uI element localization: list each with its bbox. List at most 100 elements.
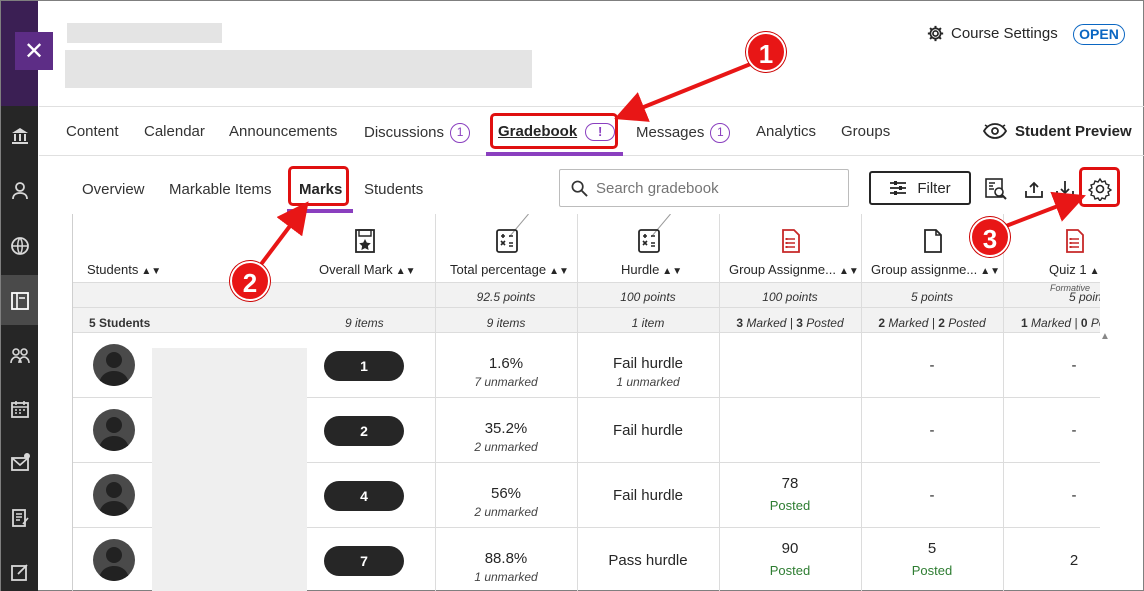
tab-groups[interactable]: Groups	[841, 123, 890, 140]
courses-icon[interactable]	[10, 291, 30, 311]
col-header-group-assignment-2[interactable]: Group assignme... ▲▼	[871, 262, 1000, 277]
group-assignment-2-cell[interactable]: -	[861, 357, 1003, 374]
points-group-assignment-2: 5 points	[910, 290, 954, 304]
preview-eye-icon	[983, 123, 1007, 139]
hurdle-cell[interactable]: Fail hurdle	[577, 422, 719, 439]
gear-icon	[927, 25, 944, 42]
search-input[interactable]	[596, 178, 836, 198]
group-assignment-1-summary: 3 Marked | 3 Posted	[736, 316, 844, 330]
messages-icon[interactable]	[10, 453, 30, 473]
upload-icon[interactable]	[1022, 177, 1046, 201]
total-percentage-cell[interactable]: 88.8% 1 unmarked	[435, 550, 577, 584]
points-hurdle: 100 points	[620, 290, 676, 304]
vertical-scrollbar[interactable]: ▲	[1100, 331, 1112, 591]
annotation-step-1: 1	[746, 32, 786, 72]
institution-icon[interactable]	[10, 126, 30, 146]
avatar	[93, 344, 135, 386]
hurdle-cell[interactable]: Fail hurdle 1 unmarked	[577, 355, 719, 389]
tab-messages[interactable]: Messages 1	[636, 123, 731, 143]
overall-mark-pill[interactable]: 7	[324, 546, 404, 576]
total-percentage-cell[interactable]: 56% 2 unmarked	[435, 485, 577, 519]
tab-calendar[interactable]: Calendar	[144, 123, 205, 140]
overall-mark-pill[interactable]: 1	[324, 351, 404, 381]
group-assignment-2-summary: 2 Marked | 2 Posted	[878, 316, 986, 330]
group-assignment-2-cell[interactable]: -	[861, 422, 1003, 439]
globe-icon[interactable]	[10, 236, 30, 256]
messages-count-badge: 1	[710, 123, 731, 143]
total-items: 9 items	[486, 316, 526, 330]
col-header-hurdle-label: Hurdle	[621, 262, 660, 277]
group-assignment-2-cell[interactable]: -	[861, 487, 1003, 504]
marks-active-underline	[287, 209, 353, 213]
avatar	[93, 409, 135, 451]
quiz-1-cell[interactable]: -	[1003, 357, 1100, 374]
formative-tag: Formative	[1050, 283, 1091, 293]
sort-icon: ▲▼	[662, 266, 683, 277]
tab-content[interactable]: Content	[66, 123, 119, 140]
sort-icon: ▲▼	[1089, 266, 1100, 277]
col-header-overall-mark-label: Overall Mark	[319, 262, 393, 277]
gradebook-highlight-box	[490, 113, 618, 149]
column-divider	[719, 214, 720, 591]
scroll-up-arrow[interactable]: ▲	[1100, 331, 1110, 342]
subtab-overview[interactable]: Overview	[82, 181, 145, 198]
profile-icon[interactable]	[10, 181, 30, 201]
grades-icon[interactable]	[10, 508, 30, 528]
group-assignment-1-cell[interactable]: 78 Posted	[719, 475, 861, 513]
groups-icon[interactable]	[10, 346, 30, 366]
filter-label: Filter	[917, 179, 951, 197]
grading-preview-icon[interactable]	[984, 177, 1008, 201]
quiz-1-cell[interactable]: -	[1003, 422, 1100, 439]
sort-icon: ▲▼	[980, 266, 1001, 277]
sort-icon: ▲▼	[838, 266, 859, 277]
points-group-assignment-1: 100 points	[762, 290, 818, 304]
calendar-icon[interactable]	[10, 399, 30, 419]
col-header-group-assignment-1[interactable]: Group Assignme... ▲▼	[729, 262, 859, 277]
column-divider	[435, 214, 436, 591]
close-button[interactable]: ✕	[15, 32, 53, 70]
edit-icon[interactable]	[10, 562, 30, 582]
col-header-students[interactable]: Students ▲▼	[87, 262, 161, 277]
tab-discussions[interactable]: Discussions 1	[364, 123, 471, 143]
overall-mark-pill[interactable]: 4	[324, 481, 404, 511]
col-header-group-assignment-2-label: Group assignme...	[871, 262, 978, 277]
tab-announcements[interactable]: Announcements	[229, 123, 337, 140]
points-total-percentage: 92.5 points	[476, 290, 536, 304]
left-rail	[1, 1, 38, 591]
total-percentage-cell[interactable]: 1.6% 7 unmarked	[435, 355, 577, 389]
overall-mark-pill[interactable]: 2	[324, 416, 404, 446]
tab-analytics[interactable]: Analytics	[756, 123, 816, 140]
discussions-count-badge: 1	[450, 123, 471, 143]
tab-messages-label: Messages	[636, 123, 705, 141]
quiz-1-cell[interactable]: -	[1003, 487, 1100, 504]
calculated-column-icon	[495, 228, 519, 254]
search-box[interactable]	[559, 169, 849, 207]
hurdle-cell[interactable]: Pass hurdle	[577, 552, 719, 569]
course-settings-link[interactable]: Course Settings	[927, 25, 1058, 42]
group-assignment-1-cell[interactable]: 90 Posted	[719, 540, 861, 578]
filter-icon	[890, 181, 907, 195]
gradebook-active-underline	[486, 152, 623, 156]
filter-button[interactable]: Filter	[869, 171, 971, 205]
hurdle-column-icon	[637, 228, 661, 254]
download-icon[interactable]	[1053, 177, 1077, 201]
row-divider	[73, 332, 1100, 333]
col-header-hurdle[interactable]: Hurdle ▲▼	[621, 262, 682, 277]
subtab-markable-items[interactable]: Markable Items	[169, 181, 272, 198]
col-header-total-percentage[interactable]: Total percentage ▲▼	[450, 262, 569, 277]
course-nav: Content Calendar Announcements Discussio…	[39, 106, 1144, 156]
course-status-badge[interactable]: OPEN	[1073, 24, 1125, 45]
column-divider	[1003, 214, 1004, 591]
subtab-students[interactable]: Students	[364, 181, 423, 198]
hurdle-cell[interactable]: Fail hurdle	[577, 487, 719, 504]
total-percentage-cell[interactable]: 35.2% 2 unmarked	[435, 420, 577, 454]
column-divider	[577, 214, 578, 591]
col-header-quiz-1[interactable]: Quiz 1▲▼	[1049, 262, 1100, 277]
course-settings-label: Course Settings	[951, 25, 1058, 42]
quiz-1-cell[interactable]: 2	[1003, 552, 1100, 569]
student-preview-button[interactable]: Student Preview	[983, 122, 1132, 140]
course-subtitle-placeholder	[65, 50, 532, 88]
col-header-overall-mark[interactable]: Overall Mark ▲▼	[319, 262, 415, 277]
sort-icon: ▲▼	[395, 266, 416, 277]
group-assignment-2-cell[interactable]: 5 Posted	[861, 540, 1003, 578]
